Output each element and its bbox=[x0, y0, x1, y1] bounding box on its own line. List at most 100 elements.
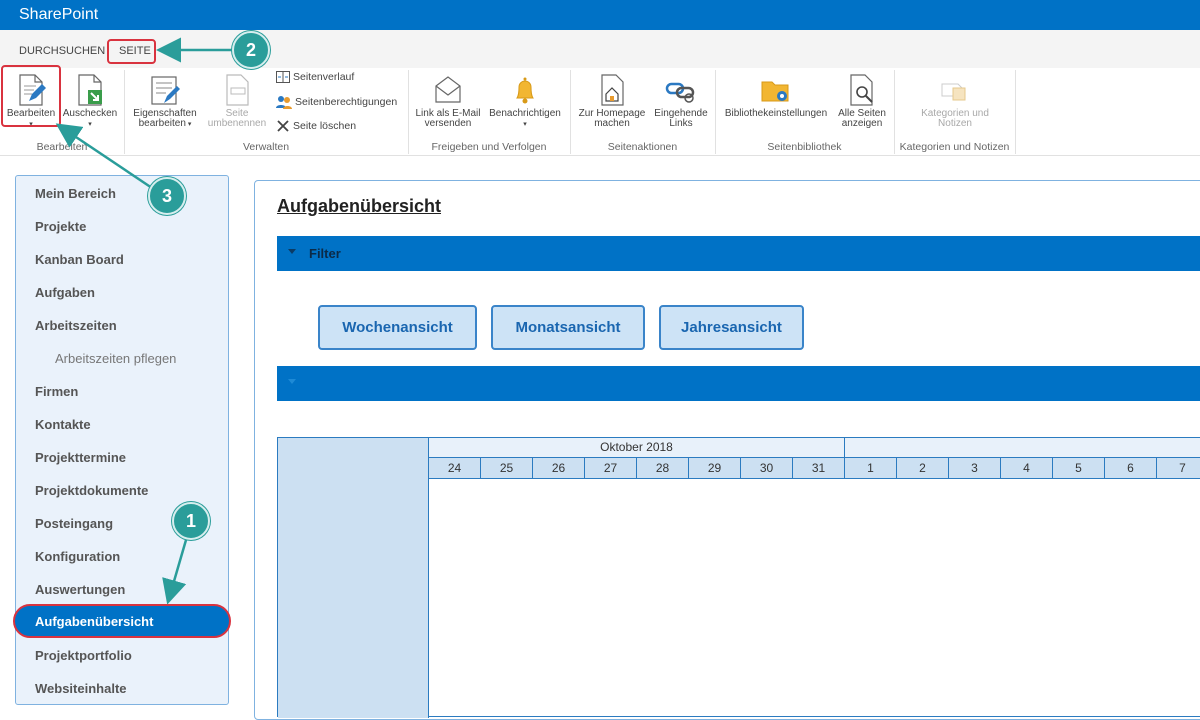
suite-bar: SharePoint bbox=[0, 0, 1200, 30]
wochenansicht-button[interactable]: Wochenansicht bbox=[318, 305, 477, 350]
nav-item-aufgabenuebersicht-label: Aufgabenübersicht bbox=[35, 614, 154, 629]
link-icon bbox=[665, 82, 695, 103]
collapse-icon bbox=[288, 249, 296, 254]
auschecken-label: Auschecken bbox=[62, 108, 118, 119]
callout-1: 1 bbox=[172, 502, 210, 540]
nav-item-projekte[interactable]: Projekte bbox=[35, 219, 86, 234]
group-label-seitenbibliothek: Seitenbibliothek bbox=[767, 141, 842, 153]
group-label-bearbeiten: Bearbeiten bbox=[36, 141, 88, 153]
day-header-cell: 7 bbox=[1157, 458, 1200, 479]
timeline-row-header bbox=[278, 438, 429, 718]
delete-icon bbox=[277, 120, 289, 132]
nav-item-auswertungen[interactable]: Auswertungen bbox=[35, 582, 125, 597]
day-header-cell: 6 bbox=[1105, 458, 1157, 479]
highlight-bearbeiten-button bbox=[1, 65, 61, 127]
zur-homepage-button[interactable]: Zur Homepage machen bbox=[574, 74, 650, 129]
nav-item-aufgabenuebersicht[interactable]: Aufgabenübersicht bbox=[13, 604, 231, 638]
day-header-cell: 25 bbox=[481, 458, 533, 479]
email-label-2: versenden bbox=[424, 118, 472, 129]
nav-item-arbeitszeiten[interactable]: Arbeitszeiten bbox=[35, 318, 117, 333]
filter-bar[interactable]: Filter bbox=[277, 236, 1200, 271]
nav-item-posteingang[interactable]: Posteingang bbox=[35, 516, 113, 531]
expand-icon bbox=[288, 379, 296, 384]
highlight-seite-tab bbox=[107, 39, 156, 64]
library-settings-icon bbox=[761, 81, 789, 102]
seitenverlauf-label: Seitenverlauf bbox=[293, 71, 355, 83]
nav-item-konfiguration[interactable]: Konfiguration bbox=[35, 549, 120, 564]
day-header-cell: 3 bbox=[949, 458, 1001, 479]
kategorien-label-2: Notizen bbox=[938, 118, 972, 129]
day-header-cell: 31 bbox=[793, 458, 845, 479]
nav-item-projektdokumente[interactable]: Projektdokumente bbox=[35, 483, 148, 498]
timeline-grid: Oktober 2018 24 25 26 27 28 29 30 31 1 2 3 4 5 6 7 bbox=[277, 437, 1200, 718]
benachrichtigen-label: Benachrichtigen bbox=[489, 108, 561, 119]
homepage-label-2: machen bbox=[594, 118, 630, 129]
chevron-down-icon: ▾ bbox=[88, 121, 92, 128]
group-label-verwalten: Verwalten bbox=[242, 141, 290, 153]
view-pages-icon bbox=[850, 74, 873, 106]
nav-item-mein-bereich[interactable]: Mein Bereich bbox=[35, 186, 116, 201]
group-label-kategorien: Kategorien und Notizen bbox=[899, 141, 1010, 153]
umbenennen-label-2: umbenennen bbox=[207, 118, 267, 129]
group-divider bbox=[1015, 70, 1016, 154]
link-email-button[interactable]: Link als E-Mail versenden bbox=[412, 74, 484, 129]
day-header-cell: 2 bbox=[897, 458, 949, 479]
seite-loeschen-label: Seite löschen bbox=[293, 120, 357, 132]
kategorien-notizen-button[interactable]: Kategorien und Notizen bbox=[908, 74, 1002, 129]
day-header-cell: 1 bbox=[845, 458, 897, 479]
chevron-down-icon: ▾ bbox=[523, 121, 527, 128]
quick-launch-nav: Mein Bereich Projekte Kanban Board Aufga… bbox=[13, 175, 231, 705]
day-header-cell: 5 bbox=[1053, 458, 1105, 479]
tags-notes-icon bbox=[941, 83, 966, 101]
jahresansicht-button[interactable]: Jahresansicht bbox=[659, 305, 804, 350]
history-icon bbox=[276, 71, 290, 83]
nav-item-firmen[interactable]: Firmen bbox=[35, 384, 78, 399]
tab-durchsuchen[interactable]: DURCHSUCHEN bbox=[19, 45, 105, 57]
nav-item-arbeitszeiten-pflegen[interactable]: Arbeitszeiten pflegen bbox=[55, 351, 176, 366]
day-header-cell: 27 bbox=[585, 458, 637, 479]
bibliothekeinstellungen-button[interactable]: Bibliothekeinstellungen bbox=[719, 74, 833, 119]
properties-icon bbox=[151, 76, 180, 105]
eingehende-label-2: Links bbox=[669, 118, 693, 129]
seitenberechtigungen-label: Seitenberechtigungen bbox=[295, 96, 398, 108]
seitenberechtigungen-button[interactable]: Seitenberechtigungen bbox=[276, 95, 397, 109]
page-title: Aufgabenübersicht bbox=[277, 196, 442, 216]
collapsed-section-bar[interactable] bbox=[277, 366, 1200, 401]
month-header: Oktober 2018 bbox=[429, 438, 845, 458]
email-icon bbox=[435, 76, 461, 103]
callout-3: 3 bbox=[148, 177, 186, 215]
nav-item-kanban-board[interactable]: Kanban Board bbox=[35, 252, 124, 267]
eigenschaften-bearbeiten-button[interactable]: Eigenschaften bearbeiten ▾ bbox=[130, 74, 200, 130]
benachrichtigen-button[interactable]: Benachrichtigen ▾ bbox=[486, 74, 564, 130]
day-header-cell: 24 bbox=[429, 458, 481, 479]
auschecken-button[interactable]: Auschecken ▾ bbox=[60, 74, 120, 130]
homepage-icon bbox=[601, 74, 624, 106]
day-header-cell: 28 bbox=[637, 458, 689, 479]
nav-item-projektportfolio[interactable]: Projektportfolio bbox=[35, 648, 132, 663]
month-header-next bbox=[845, 438, 1200, 458]
eingehende-links-button[interactable]: Eingehende Links bbox=[651, 74, 711, 129]
group-label-seitenaktionen: Seitenaktionen bbox=[607, 141, 678, 153]
bibliothek-label: Bibliothekeinstellungen bbox=[724, 108, 828, 119]
nav-item-projekttermine[interactable]: Projekttermine bbox=[35, 450, 126, 465]
checkout-icon bbox=[78, 74, 102, 106]
alle-seiten-button[interactable]: Alle Seiten anzeigen bbox=[834, 74, 890, 129]
day-header-cell: 4 bbox=[1001, 458, 1053, 479]
permissions-icon bbox=[276, 96, 292, 109]
bell-icon bbox=[516, 77, 534, 104]
nav-item-aufgaben[interactable]: Aufgaben bbox=[35, 285, 95, 300]
seite-umbenennen-button[interactable]: Seite umbenennen bbox=[204, 74, 270, 129]
chevron-down-icon: ▾ bbox=[185, 121, 192, 128]
alle-seiten-label-2: anzeigen bbox=[841, 118, 883, 129]
app-title[interactable]: SharePoint bbox=[19, 6, 98, 24]
seite-loeschen-button[interactable]: Seite löschen bbox=[276, 119, 356, 133]
nav-item-kontakte[interactable]: Kontakte bbox=[35, 417, 91, 432]
eigenschaften-label-2: bearbeiten bbox=[138, 118, 186, 129]
callout-2: 2 bbox=[232, 31, 270, 69]
monatsansicht-button[interactable]: Monatsansicht bbox=[491, 305, 645, 350]
filter-label: Filter bbox=[309, 246, 341, 261]
day-header-cell: 30 bbox=[741, 458, 793, 479]
nav-item-websiteinhalte[interactable]: Websiteinhalte bbox=[35, 681, 127, 696]
seitenverlauf-button[interactable]: Seitenverlauf bbox=[276, 71, 354, 83]
rename-page-icon bbox=[226, 74, 249, 106]
